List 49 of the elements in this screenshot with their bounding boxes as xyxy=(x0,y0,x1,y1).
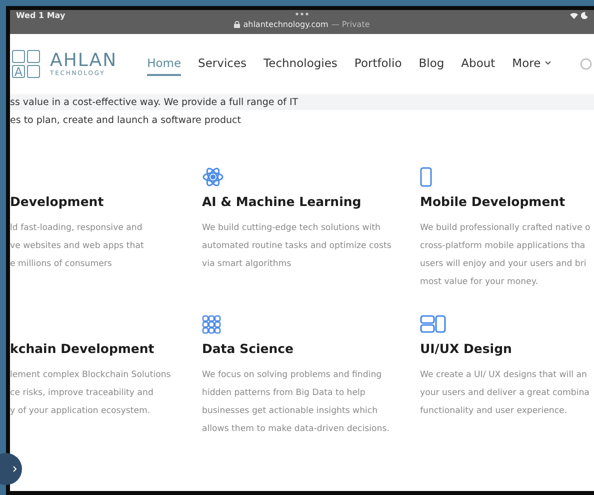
service-description: your users and deliver a great combina xyxy=(420,387,590,400)
chevron-right-icon xyxy=(13,466,17,472)
nav-link[interactable]: Blog xyxy=(418,52,444,76)
nav-link[interactable]: Technologies xyxy=(264,52,338,76)
address-bar[interactable]: ahlantechnology.com — Private xyxy=(234,20,370,29)
service-title: Mobile Development xyxy=(420,194,566,209)
nav-link[interactable]: Portfolio xyxy=(354,52,402,76)
logo-mark: A xyxy=(12,50,40,78)
nav-link[interactable]: About xyxy=(461,52,496,76)
intro-text: es to plan, create and launch a software product xyxy=(10,114,241,126)
service-description: We create a UI/ UX designs that will an xyxy=(420,369,588,382)
service-description: ve websites and web apps that xyxy=(10,240,145,253)
nav-link[interactable]: Home xyxy=(147,52,182,76)
more-dots-icon[interactable] xyxy=(294,12,309,16)
moon-icon xyxy=(581,12,588,19)
service-description: most value for your money. xyxy=(420,276,539,289)
service-description: businesses get actionable insights which xyxy=(202,405,379,418)
service-title: Data Science xyxy=(202,341,295,356)
lock-icon xyxy=(234,21,240,28)
service-title: AI & Machine Learning xyxy=(202,194,362,209)
smartphone-icon xyxy=(420,167,432,187)
service-description: users will enjoy and your users and bri xyxy=(420,258,588,271)
service-title: UI/UX Design xyxy=(420,341,513,356)
logo-name: AHLAN xyxy=(50,52,118,70)
menu-dropdown[interactable]: More xyxy=(512,52,551,76)
service-description: hidden patterns from Big Data to help xyxy=(202,387,366,400)
service-description: lement complex Blockchain Solutions xyxy=(10,369,172,382)
grid-icon xyxy=(202,314,221,334)
service-description: e millions of consumers xyxy=(10,258,113,271)
intro-text: ss value in a cost-effective way. We provide a full range of IT xyxy=(10,96,298,108)
service-description: automated routine tasks and optimize costs xyxy=(202,240,392,253)
service-description: cross-platform mobile applications tha xyxy=(420,240,586,253)
service-title: kchain Development xyxy=(10,341,156,356)
chevron-down-icon xyxy=(544,61,551,65)
service-description: y of your application ecosystem. xyxy=(10,405,152,418)
atom-icon xyxy=(202,166,224,188)
service-description: ld fast-loading, responsive and xyxy=(10,222,144,235)
service-description: allows them to make data-driven decisions. xyxy=(202,423,390,436)
service-description: We focus on solving problems and finding xyxy=(202,369,383,382)
service-description: We build cutting-edge tech solutions with xyxy=(202,222,382,235)
service-title: Development xyxy=(10,194,105,209)
layout-icon xyxy=(420,315,446,333)
service-description: We build professionally crafted native o xyxy=(420,222,592,235)
status-time: Wed 1 May xyxy=(16,10,66,20)
wifi-icon xyxy=(570,12,578,19)
service-description: ce risks, improve traceability and xyxy=(10,387,154,400)
service-description: via smart algorithms xyxy=(202,258,292,271)
nav-link[interactable]: Services xyxy=(198,52,247,76)
service-description: functionality and user experience. xyxy=(420,405,568,418)
